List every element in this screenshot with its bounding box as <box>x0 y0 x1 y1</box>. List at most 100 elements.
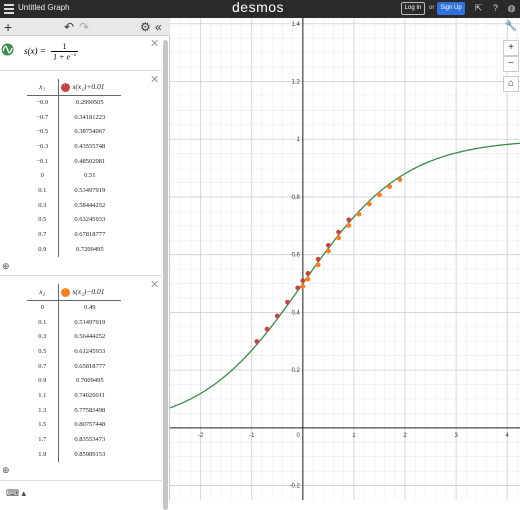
table-row[interactable]: 1.3 0.77583498 <box>27 402 121 418</box>
zoom-in-button[interactable]: + <box>503 40 519 56</box>
red-data-point[interactable] <box>285 299 290 305</box>
panel-scrollbar[interactable] <box>163 40 168 510</box>
sigmoid-formula[interactable]: s(x) = 1 1 + e−x <box>24 42 79 62</box>
login-button[interactable]: Log In <box>401 2 425 15</box>
table1-x-cell[interactable]: 0.3 <box>27 197 59 213</box>
table-row[interactable]: 1.5 0.80757448 <box>27 417 121 433</box>
data-table-2[interactable]: x₂ s(x₂)−0.01 00.490.10.514979190.30.564… <box>27 284 121 462</box>
table-row[interactable]: 0.9 0.7009495 <box>27 373 121 389</box>
table2-x-cell[interactable]: 1.9 <box>27 446 59 462</box>
orange-data-point[interactable] <box>305 276 311 282</box>
red-data-point[interactable] <box>295 285 301 291</box>
orange-data-point[interactable] <box>300 284 306 289</box>
table2-x-cell[interactable]: 0 <box>27 300 59 315</box>
table-row[interactable]: 1.1 0.74026011 <box>27 388 121 403</box>
zoom-out-button[interactable]: − <box>503 56 519 72</box>
table-row[interactable]: −0.5 0.38754067 <box>27 124 121 140</box>
table-expression-1[interactable]: ✕ x₁ s(x₁)+0.01 −0.90.2990505−0.70.34181… <box>0 71 162 276</box>
red-data-point[interactable] <box>325 242 331 248</box>
undo-icon[interactable]: ↶ <box>64 19 74 35</box>
table2-x-cell[interactable]: 0.1 <box>27 314 59 330</box>
table1-x-cell[interactable]: −0.5 <box>27 124 59 140</box>
table-row[interactable]: −0.7 0.34181223 <box>27 109 121 125</box>
point-style-icon[interactable] <box>60 285 70 297</box>
zoom-fit-icon[interactable]: ⊕ <box>2 261 10 272</box>
orange-data-point[interactable] <box>377 192 382 198</box>
table2-y-cell[interactable]: 0.74026011 <box>58 388 121 403</box>
table2-y-cell[interactable]: 0.7009495 <box>58 373 121 388</box>
table-expression-2[interactable]: ✕ x₂ s(x₂)−0.01 00.490.10.514979190.30.5… <box>0 276 162 481</box>
table2-x-cell[interactable]: 1.1 <box>27 388 59 403</box>
table1-x-cell[interactable]: 0 <box>27 168 59 184</box>
globe-icon[interactable]: ◍ <box>506 3 517 14</box>
table1-x-cell[interactable]: −0.1 <box>27 153 59 169</box>
table1-y-cell[interactable]: 0.63245933 <box>58 213 121 228</box>
sigmoid-curve[interactable] <box>170 142 520 409</box>
table2-x-cell[interactable]: 1.7 <box>27 432 59 447</box>
table1-x-cell[interactable]: 0.7 <box>27 227 59 242</box>
table2-y-cell[interactable]: 0.61245933 <box>58 344 121 359</box>
table-row[interactable]: 0.3 0.58444252 <box>27 197 121 213</box>
table1-x-cell[interactable]: −0.9 <box>27 95 59 110</box>
orange-data-point[interactable] <box>397 177 403 183</box>
data-table-1[interactable]: x₁ s(x₁)+0.01 −0.90.2990505−0.70.3418122… <box>27 79 121 257</box>
graph-canvas[interactable]: -2 -1 1 2 3 4 -0.2 0.2 0.4 0.6 0.8 1 1.2 1.4 0 <box>170 18 520 500</box>
table2-x-cell[interactable]: 0.9 <box>27 373 59 389</box>
table-row[interactable]: 0 0.51 <box>27 168 121 184</box>
table1-y-cell[interactable]: 0.7209495 <box>58 242 121 257</box>
table1-y-cell[interactable]: 0.48502081 <box>58 154 121 169</box>
red-data-point[interactable] <box>315 256 321 262</box>
table2-col2-header[interactable]: s(x₂)−0.01 <box>58 284 121 301</box>
table1-x-cell[interactable]: −0.3 <box>27 139 59 154</box>
graph-visible-icon[interactable] <box>1 43 14 56</box>
zoom-fit-icon[interactable]: ⊕ <box>2 465 10 476</box>
wrench-icon[interactable]: 🔧 <box>503 20 519 36</box>
table1-col2-header[interactable]: s(x₁)+0.01 <box>58 79 121 96</box>
table-row[interactable]: −0.3 0.43555748 <box>27 139 121 154</box>
orange-data-point[interactable] <box>356 211 362 217</box>
table1-col1-header[interactable]: x₁ <box>27 79 59 96</box>
table-row[interactable]: 0.7 0.65818777 <box>27 358 121 374</box>
table-row[interactable]: 1.7 0.83553473 <box>27 432 121 447</box>
table-row[interactable]: 0.5 0.61245933 <box>27 344 121 359</box>
table1-y-cell[interactable]: 0.34181223 <box>58 110 121 125</box>
function-expression[interactable]: s(x) = 1 1 + e−x ✕ <box>0 36 162 71</box>
red-data-point[interactable] <box>305 271 311 276</box>
table1-y-cell[interactable]: 0.67818777 <box>58 227 121 242</box>
delete-table-icon[interactable]: ✕ <box>150 278 159 291</box>
orange-data-point[interactable] <box>346 223 352 228</box>
red-data-point[interactable] <box>336 229 342 235</box>
table-row[interactable]: 0.3 0.56444252 <box>27 329 121 345</box>
table1-x-cell[interactable]: 0.9 <box>27 241 59 257</box>
table-row[interactable]: 1.9 0.85989153 <box>27 446 121 462</box>
table-row[interactable]: 0.5 0.63245933 <box>27 212 121 228</box>
table2-x-cell[interactable]: 0.3 <box>27 329 59 345</box>
collapse-panel-icon[interactable]: « <box>155 19 162 35</box>
table2-y-cell[interactable]: 0.56444252 <box>58 329 121 344</box>
table2-y-cell[interactable]: 0.51497919 <box>58 315 121 330</box>
table1-y-cell[interactable]: 0.43555748 <box>58 139 121 154</box>
red-data-point[interactable] <box>274 313 280 319</box>
orange-data-point[interactable] <box>387 184 393 190</box>
table2-x-cell[interactable]: 1.3 <box>27 402 59 418</box>
table-row[interactable]: 0.1 0.51497919 <box>27 314 121 330</box>
table2-y-cell[interactable]: 0.77583498 <box>58 403 121 418</box>
home-icon[interactable]: ⌂ <box>503 76 519 92</box>
table2-y-cell[interactable]: 0.65818777 <box>58 359 121 374</box>
table1-y-cell[interactable]: 0.58444252 <box>58 198 121 213</box>
table1-y-cell[interactable]: 0.2990505 <box>58 95 121 110</box>
point-style-icon[interactable] <box>60 80 70 92</box>
table2-col1-header[interactable]: x₂ <box>27 284 59 301</box>
red-data-point[interactable] <box>264 326 270 332</box>
orange-data-point[interactable] <box>325 248 331 254</box>
red-data-point[interactable] <box>300 278 306 284</box>
table1-x-cell[interactable]: 0.5 <box>27 212 59 228</box>
table-row[interactable]: −0.9 0.2990505 <box>27 95 121 110</box>
menu-icon[interactable] <box>4 4 14 14</box>
table1-y-cell[interactable]: 0.51 <box>58 168 121 183</box>
redo-icon[interactable]: ↷ <box>79 19 89 35</box>
signup-button[interactable]: Sign Up <box>437 2 465 15</box>
orange-data-point[interactable] <box>315 262 321 268</box>
table2-x-cell[interactable]: 0.7 <box>27 358 59 374</box>
table1-x-cell[interactable]: −0.7 <box>27 109 59 125</box>
